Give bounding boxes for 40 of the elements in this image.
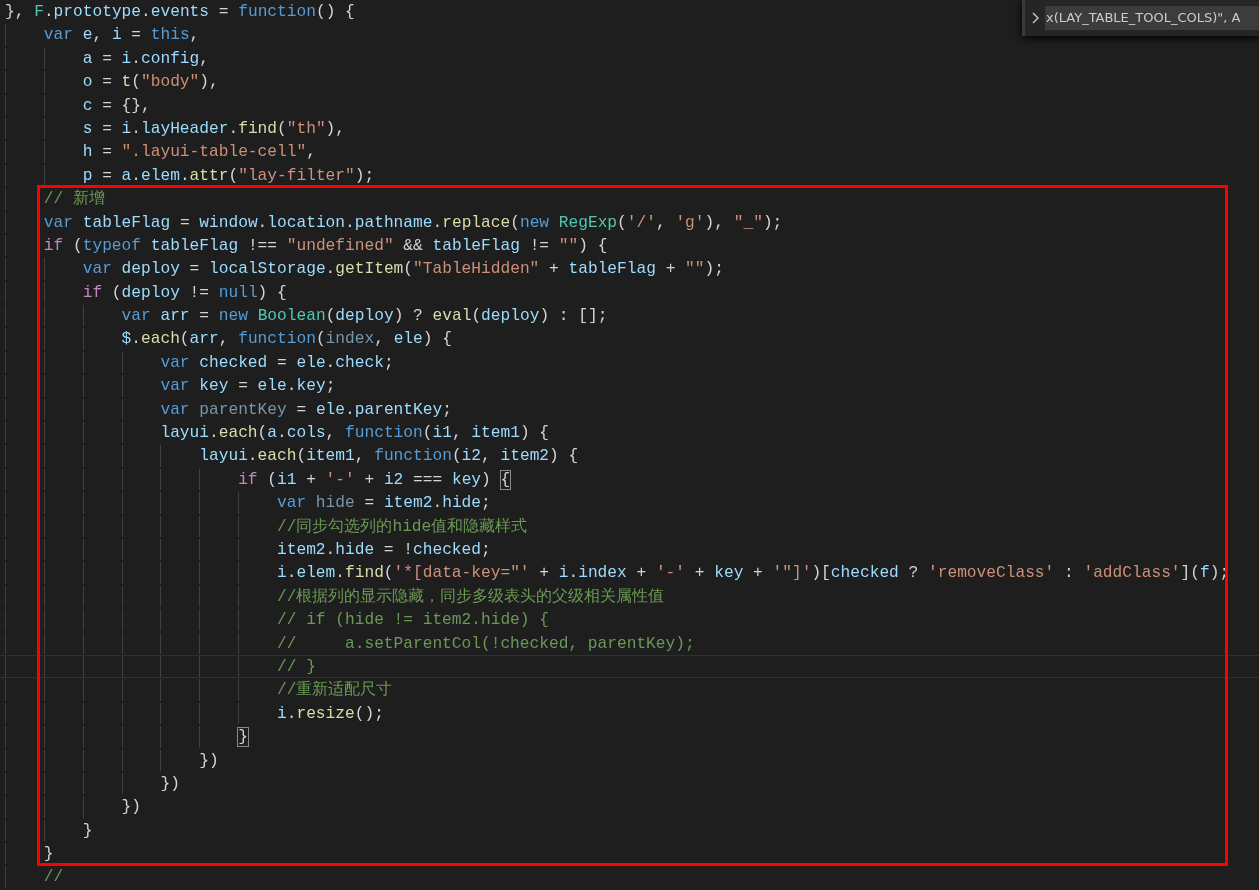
code-line: item2.hide = !checked;: [277, 541, 491, 559]
code-line: h = ".layui-table-cell",: [82, 143, 316, 162]
find-input[interactable]: x(LAY_TABLE_TOOL_COLS)", A: [1045, 6, 1259, 30]
code-line: }): [160, 774, 180, 793]
code-line: // }: [277, 657, 316, 676]
code-line: var checked = ele.check;: [160, 353, 394, 372]
chevron-right-icon[interactable]: [1031, 11, 1041, 25]
code-line: }): [199, 751, 219, 770]
code-line: var e, i = this,: [43, 26, 200, 45]
code-line: o = t("body"),: [82, 73, 219, 92]
code-line: // if (hide != item2.hide) {: [277, 611, 549, 630]
code-line: var parentKey = ele.parentKey;: [160, 400, 452, 419]
code-line: layui.each(a.cols, function(i1, item1) {: [160, 424, 550, 443]
code-line: if (deploy != null) {: [82, 283, 287, 302]
code-line: if (typeof tableFlag !== "undefined" && tableFlag != "") {: [43, 236, 608, 255]
code-line: }, F.prototype.events = function() {: [5, 3, 355, 21]
code-line: p = a.elem.attr("lay-filter");: [82, 166, 375, 185]
code-line: }: [43, 845, 54, 864]
code-line: }: [82, 821, 93, 840]
code-line: // 新增: [43, 190, 105, 209]
code-line: // a.setParentCol(!checked, parentKey);: [277, 634, 695, 653]
code-line: i.elem.find('*[data-key="' + i.index + '-' + key + '"]')[checked ? 'removeClass' : 'addClass'](f);: [277, 564, 1230, 583]
code-line: var key = ele.key;: [160, 377, 336, 396]
code-line: //重新适配尺寸: [277, 681, 393, 700]
code-line: }: [238, 728, 248, 747]
code-line: a = i.config,: [82, 49, 210, 68]
code-line: $.each(arr, function(index, ele) {: [121, 330, 452, 349]
code-line: //根据列的显示隐藏，同步多级表头的父级相关属性值: [277, 587, 665, 606]
code-line: //: [43, 868, 64, 887]
code-line: var deploy = localStorage.getItem("TableHidden" + tableFlag + "");: [82, 260, 724, 279]
code-line: var hide = item2.hide;: [277, 494, 491, 513]
code-line: //同步勾选列的hide值和隐藏样式: [277, 517, 528, 536]
code-line: if (i1 + '-' + i2 === key) {: [238, 470, 511, 489]
code-line: c = {},: [82, 96, 151, 115]
code-line: s = i.layHeader.find("th"),: [82, 119, 346, 138]
code-line: var tableFlag = window.location.pathname.replace(new RegExp('/', 'g'), "_");: [43, 213, 783, 232]
code-line: i.resize();: [277, 704, 384, 723]
code-line: var arr = new Boolean(deploy) ? eval(deploy) : [];: [121, 307, 608, 326]
code-line: layui.each(item1, function(i2, item2) {: [199, 447, 579, 466]
code-line: }): [121, 798, 141, 817]
